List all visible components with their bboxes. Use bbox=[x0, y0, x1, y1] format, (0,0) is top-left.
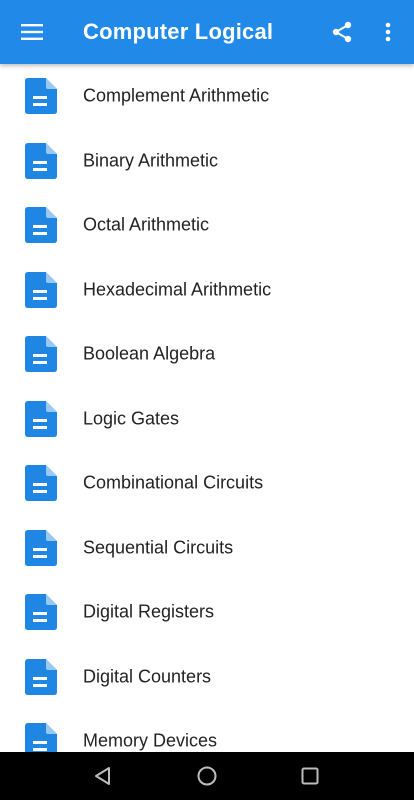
list-item[interactable]: Hexadecimal Arithmetic bbox=[0, 258, 414, 323]
list-item-label: Sequential Circuits bbox=[83, 537, 234, 558]
app-title: Computer Logical bbox=[83, 19, 274, 44]
list-item-label: Digital Registers bbox=[83, 601, 215, 622]
topic-list: Complement Arithmetic Binary Arithmetic Oc… bbox=[0, 64, 414, 752]
list-item[interactable]: Logic Gates bbox=[0, 387, 414, 452]
more-options-button[interactable] bbox=[370, 12, 406, 52]
share-button[interactable] bbox=[322, 12, 362, 52]
system-nav-bar bbox=[0, 752, 414, 800]
menu-button[interactable] bbox=[12, 12, 52, 52]
list-item-label: Memory Devices bbox=[83, 730, 218, 751]
list-item-label: Logic Gates bbox=[83, 408, 180, 429]
document-icon bbox=[25, 207, 57, 244]
list-item[interactable]: Sequential Circuits bbox=[0, 516, 414, 581]
list-item-label: Octal Arithmetic bbox=[83, 214, 210, 235]
document-icon bbox=[25, 723, 57, 752]
list-item[interactable]: Combinational Circuits bbox=[0, 451, 414, 516]
app-screen: Computer Logical Complement Arithmetic Bi… bbox=[0, 0, 414, 800]
list-item[interactable]: Memory Devices bbox=[0, 709, 414, 752]
menu-icon bbox=[21, 24, 43, 40]
list-item-label: Digital Counters bbox=[83, 666, 212, 687]
document-icon bbox=[25, 400, 57, 437]
document-icon bbox=[25, 271, 57, 308]
document-icon bbox=[25, 658, 57, 695]
document-icon bbox=[25, 594, 57, 631]
app-toolbar: Computer Logical bbox=[0, 0, 414, 64]
list-item-label: Boolean Algebra bbox=[83, 343, 216, 364]
document-icon bbox=[25, 78, 57, 115]
list-item[interactable]: Digital Registers bbox=[0, 580, 414, 645]
list-item[interactable]: Boolean Algebra bbox=[0, 322, 414, 387]
list-item[interactable]: Complement Arithmetic bbox=[0, 64, 414, 129]
list-item-label: Binary Arithmetic bbox=[83, 150, 219, 171]
document-icon bbox=[25, 465, 57, 502]
nav-back-button[interactable] bbox=[79, 752, 127, 800]
nav-recents-button[interactable] bbox=[286, 752, 334, 800]
more-vert-icon bbox=[385, 22, 391, 42]
list-item-label: Hexadecimal Arithmetic bbox=[83, 279, 272, 300]
back-triangle-icon bbox=[95, 767, 110, 785]
recents-square-icon bbox=[301, 767, 319, 785]
document-icon bbox=[25, 142, 57, 179]
list-item[interactable]: Binary Arithmetic bbox=[0, 129, 414, 194]
list-item[interactable]: Digital Counters bbox=[0, 645, 414, 710]
nav-home-button[interactable] bbox=[183, 752, 231, 800]
list-item-label: Combinational Circuits bbox=[83, 472, 264, 493]
home-circle-icon bbox=[197, 766, 217, 786]
topic-list-container[interactable]: Complement Arithmetic Binary Arithmetic Oc… bbox=[0, 64, 414, 752]
share-icon bbox=[332, 21, 352, 43]
list-item-label: Complement Arithmetic bbox=[83, 85, 270, 106]
list-item[interactable]: Octal Arithmetic bbox=[0, 193, 414, 258]
document-icon bbox=[25, 529, 57, 566]
document-icon bbox=[25, 336, 57, 373]
